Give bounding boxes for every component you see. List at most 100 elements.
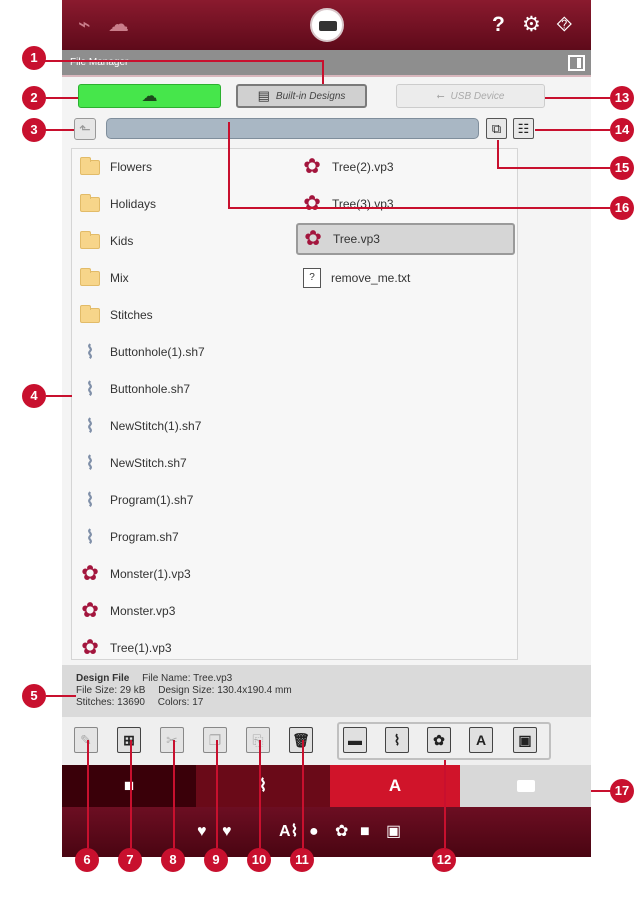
guide-book-icon[interactable]: ■ xyxy=(360,823,370,841)
list-item[interactable]: ⌇ Buttonhole.sh7 xyxy=(80,374,190,404)
design-size-value: 130.4x190.4 mm xyxy=(217,685,292,696)
cloud-icon: ☁ xyxy=(141,88,158,105)
window-title: File Manager xyxy=(70,57,129,68)
item-label: Monster.vp3 xyxy=(110,604,176,618)
embroidery-icon[interactable]: ✿ xyxy=(335,823,348,841)
item-label: Tree.vp3 xyxy=(333,232,380,246)
builtin-designs-button[interactable]: ▤ Built-in Designs xyxy=(236,84,367,108)
new-folder-button[interactable]: ⊞ xyxy=(117,727,141,753)
callout-badge: 8 xyxy=(161,848,185,872)
tab-text[interactable]: A xyxy=(330,765,460,807)
file-list[interactable]: Flowers Holidays Kids Mix Stitches ⌇ Butt… xyxy=(71,148,518,660)
text-stitch-icon[interactable]: A⌇ xyxy=(279,823,298,841)
item-label: Holidays xyxy=(110,197,157,211)
folder-icon xyxy=(80,156,100,175)
text-tab-label: A xyxy=(388,776,402,795)
stitch-filter-icon: ⌇ xyxy=(393,732,401,748)
exit-icon[interactable]: ⯑ xyxy=(556,13,573,37)
callout-line xyxy=(228,122,230,208)
info-heading: Design File xyxy=(76,673,130,684)
file-name-label: File Name: xyxy=(142,673,191,684)
stitch-icon: ⌇ xyxy=(85,453,95,473)
book-filter-icon: ▣ xyxy=(518,732,532,748)
stitch-icon: ⌇ xyxy=(85,416,95,436)
thumbnail-view-button[interactable]: ☷ xyxy=(513,118,534,139)
list-item[interactable]: ⌇ Program(1).sh7 xyxy=(80,485,194,515)
callout-line xyxy=(46,395,72,397)
callout-badge: 10 xyxy=(247,848,271,872)
folder-filter-icon: ▬ xyxy=(348,732,362,748)
list-item[interactable]: ✿ Tree(3).vp3 xyxy=(302,189,393,219)
item-label: Kids xyxy=(110,234,134,248)
stitch-icon: ⌇ xyxy=(85,527,95,547)
list-item-selected[interactable]: ✿ Tree.vp3 xyxy=(296,223,515,255)
usb-device-button[interactable]: ⭠ USB Device xyxy=(396,84,545,108)
cloud-source-button[interactable]: ☁ xyxy=(78,84,221,108)
gear-icon[interactable]: ⚙ xyxy=(522,13,541,37)
filter-fonts-button[interactable]: A xyxy=(469,727,493,753)
delete-button[interactable]: 🗑 xyxy=(289,727,313,753)
list-item[interactable]: ✿ Monster(1).vp3 xyxy=(80,559,191,589)
help-icon[interactable]: ? xyxy=(492,13,505,37)
filter-stitches-button[interactable]: ⌇ xyxy=(385,727,409,753)
paste-icon: ⎘ xyxy=(252,732,264,748)
cut-button[interactable]: ✂ xyxy=(160,727,184,753)
list-item[interactable]: Mix xyxy=(80,263,129,293)
filter-folders-button[interactable]: ▬ xyxy=(343,727,367,753)
callout-badge: 14 xyxy=(610,118,634,142)
list-item[interactable]: Holidays xyxy=(80,189,156,219)
callout-badge: 5 xyxy=(22,684,46,708)
list-item[interactable]: ⌇ Buttonhole(1).sh7 xyxy=(80,337,205,367)
callout-line xyxy=(216,740,218,848)
callout-line xyxy=(444,760,446,848)
panel-toggle-icon[interactable] xyxy=(568,55,585,71)
list-item[interactable]: ✿ Tree(1).vp3 xyxy=(80,633,172,663)
item-label: remove_me.txt xyxy=(331,271,411,285)
embroidery-design-icon: ✿ xyxy=(303,192,321,215)
stitch-icon: ⌇ xyxy=(85,379,95,399)
parent-folder-button[interactable]: ⬑ xyxy=(74,118,96,140)
item-label: Buttonhole.sh7 xyxy=(110,382,191,396)
filter-embroidery-button[interactable]: ✿ xyxy=(427,727,451,753)
thread-spool-icon[interactable]: ● xyxy=(309,823,319,841)
item-label: Tree(1).vp3 xyxy=(110,641,172,655)
tab-library[interactable]: ■ xyxy=(62,765,196,807)
callout-line xyxy=(497,140,499,168)
filter-documents-button[interactable]: ▣ xyxy=(513,727,537,753)
callout-badge: 16 xyxy=(610,196,634,220)
favorite-settings-icon[interactable]: ♥ xyxy=(222,823,232,841)
list-item[interactable]: Stitches xyxy=(80,300,153,330)
machine-icon[interactable] xyxy=(310,8,344,42)
list-item[interactable]: Flowers xyxy=(80,152,152,182)
folder-path-field xyxy=(106,118,479,139)
colors-label: Colors: xyxy=(157,697,190,708)
copy-button[interactable]: ❐ xyxy=(203,727,227,753)
embroidery-design-icon: ✿ xyxy=(81,636,99,659)
heart-icon[interactable]: ♥ xyxy=(197,823,207,841)
search-guide-icon[interactable]: ▣ xyxy=(386,823,401,841)
folder-icon xyxy=(80,193,100,212)
list-item[interactable]: Kids xyxy=(80,226,133,256)
usb-device-label: USB Device xyxy=(450,90,505,102)
rename-icon: ✎ xyxy=(80,732,92,748)
callout-line xyxy=(173,740,175,848)
wifi-icon[interactable]: ⌁ xyxy=(78,13,91,37)
list-item[interactable]: ⌇ NewStitch(1).sh7 xyxy=(80,411,202,441)
rename-button[interactable]: ✎ xyxy=(74,727,98,753)
title-bar: File Manager xyxy=(62,50,591,77)
list-item[interactable]: ✿ Monster.vp3 xyxy=(80,596,175,626)
callout-line xyxy=(322,60,324,84)
list-item[interactable]: ⌇ Program.sh7 xyxy=(80,522,179,552)
stitch-icon: ⌇ xyxy=(85,490,95,510)
item-label: NewStitch(1).sh7 xyxy=(110,419,202,433)
paste-button[interactable]: ⎘ xyxy=(246,727,270,753)
design-size-label: Design Size: xyxy=(158,685,215,696)
list-item[interactable]: ⌇ NewStitch.sh7 xyxy=(80,448,187,478)
item-label: Flowers xyxy=(110,160,153,174)
cloud-status-icon[interactable]: ☁ xyxy=(108,13,129,37)
list-view-button[interactable]: ⧉ xyxy=(486,118,507,139)
callout-line xyxy=(228,207,610,209)
list-item[interactable]: ✿ Tree(2).vp3 xyxy=(302,152,393,182)
tab-file-manager[interactable] xyxy=(460,765,591,807)
list-item[interactable]: ? remove_me.txt xyxy=(303,263,410,293)
